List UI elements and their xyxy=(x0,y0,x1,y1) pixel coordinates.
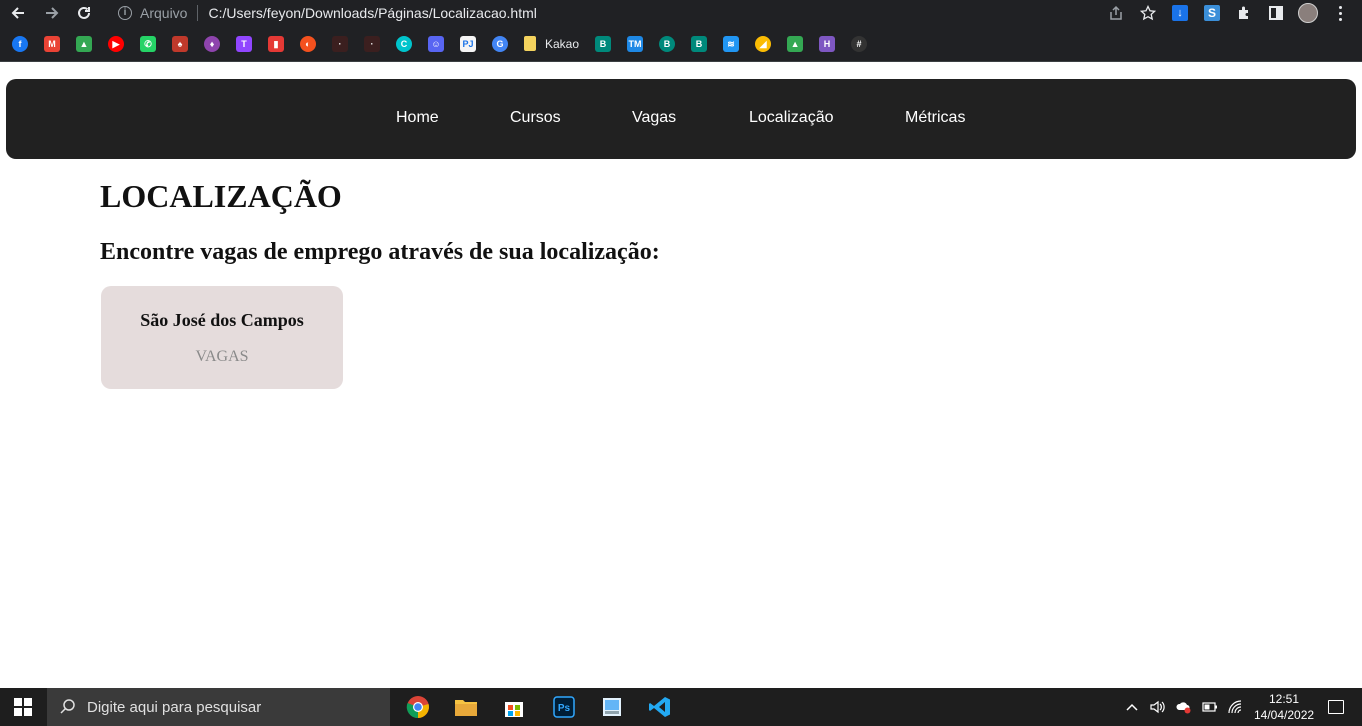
start-button[interactable] xyxy=(0,688,46,726)
whatsapp-icon[interactable]: ✆ xyxy=(140,35,156,52)
kakao-icon xyxy=(524,36,536,51)
google-translate-icon[interactable]: G xyxy=(492,35,508,52)
puzzle-extensions-icon[interactable] xyxy=(1234,3,1254,23)
cloud-sync-error-icon[interactable] xyxy=(1176,699,1192,715)
google-drive-icon[interactable]: ▲ xyxy=(76,35,92,52)
profile-avatar[interactable] xyxy=(1298,3,1318,23)
battery-icon[interactable] xyxy=(1202,699,1218,715)
reload-icon[interactable] xyxy=(74,3,94,23)
b-teal-icon-2[interactable]: B xyxy=(659,35,676,52)
bookmark-star-icon[interactable] xyxy=(1138,3,1158,23)
page-content: Home Cursos Vagas Localização Métricas L… xyxy=(0,63,1362,688)
file-explorer-icon[interactable] xyxy=(452,693,480,721)
mascot-icon[interactable]: ♠ xyxy=(172,35,188,52)
twitch-icon[interactable]: T xyxy=(236,35,252,52)
vscode-icon[interactable] xyxy=(646,693,674,721)
red-book-icon[interactable]: ▮ xyxy=(268,35,284,52)
info-icon[interactable]: i xyxy=(118,6,132,20)
forward-arrow-icon[interactable] xyxy=(42,3,62,23)
share-icon[interactable] xyxy=(1106,3,1126,23)
nav-link-localizacao[interactable]: Localização xyxy=(749,79,834,159)
b-teal-icon-3[interactable]: B xyxy=(691,35,708,52)
s-extension-icon[interactable]: S xyxy=(1202,3,1222,23)
svg-text:Ps: Ps xyxy=(558,703,571,714)
google-drive-icon-2[interactable]: ▲ xyxy=(787,35,804,52)
system-clock[interactable]: 12:51 14/04/2022 xyxy=(1254,691,1314,723)
chevron-up-icon[interactable] xyxy=(1124,699,1140,715)
back-arrow-icon[interactable] xyxy=(8,3,28,23)
microsoft-store-icon[interactable] xyxy=(500,693,528,721)
chrome-taskbar-icon[interactable] xyxy=(404,693,432,721)
notification-center-icon[interactable] xyxy=(1328,700,1344,714)
windows-taskbar: Digite aqui para pesquisar Ps 12:51 14/0… xyxy=(0,688,1362,726)
photoshop-icon[interactable]: Ps xyxy=(550,693,578,721)
site-navbar: Home Cursos Vagas Localização Métricas xyxy=(6,79,1356,159)
menu-kebab-icon[interactable] xyxy=(1330,3,1350,23)
gmail-icon[interactable]: M xyxy=(44,35,60,52)
location-card-title: São José dos Campos xyxy=(140,310,304,330)
paint-icon[interactable] xyxy=(598,693,626,721)
side-panel-icon[interactable] xyxy=(1266,3,1286,23)
google-ads-icon[interactable]: ◢ xyxy=(755,35,772,52)
stack-icon[interactable]: ≋ xyxy=(723,35,740,52)
game-icon[interactable]: ♦ xyxy=(204,35,220,52)
search-placeholder: Digite aqui para pesquisar xyxy=(87,698,262,716)
clock-date: 14/04/2022 xyxy=(1254,708,1315,722)
bookmarks-bar: f M ▲ ▶ ✆ ♠ ♦ T ▮ ◐ · · C ☺ PJ G Kakao B TM B B ≋ ◢ ▲ H # xyxy=(0,26,1362,62)
clock-time: 12:51 xyxy=(1268,692,1300,706)
windows-logo-icon xyxy=(14,698,32,716)
youtube-music-icon[interactable]: ▶ xyxy=(108,35,124,52)
bookmark-kakao-label: Kakao xyxy=(545,36,580,51)
search-icon xyxy=(60,699,75,714)
taskbar-search[interactable]: Digite aqui para pesquisar xyxy=(47,688,390,726)
bookmark-kakao[interactable]: Kakao xyxy=(524,36,579,51)
browser-toolbar: i Arquivo C:/Users/feyon/Downloads/Págin… xyxy=(0,0,1362,26)
dark-site-icon-2[interactable]: · xyxy=(364,35,380,52)
nav-link-cursos[interactable]: Cursos xyxy=(510,79,561,159)
dark-site-icon[interactable]: · xyxy=(332,35,348,52)
volume-icon[interactable] xyxy=(1150,699,1166,715)
address-divider xyxy=(197,5,199,21)
facebook-icon[interactable]: f xyxy=(12,35,28,52)
scheme-label: Arquivo xyxy=(140,5,188,21)
url-text[interactable]: C:/Users/feyon/Downloads/Páginas/Localiz… xyxy=(208,5,536,21)
grid-icon[interactable]: # xyxy=(851,35,868,52)
wifi-icon[interactable] xyxy=(1228,699,1244,715)
location-card-subtitle: VAGAS xyxy=(195,348,249,365)
address-bar[interactable]: i Arquivo C:/Users/feyon/Downloads/Págin… xyxy=(108,0,537,26)
h-purple-icon[interactable]: H xyxy=(819,35,836,52)
pj-icon[interactable]: PJ xyxy=(460,35,476,52)
page-subtitle: Encontre vagas de emprego através de sua… xyxy=(100,239,660,265)
nav-link-metricas[interactable]: Métricas xyxy=(905,79,965,159)
canva-icon[interactable]: C xyxy=(396,35,412,52)
nav-link-vagas[interactable]: Vagas xyxy=(632,79,676,159)
b-teal-icon[interactable]: B xyxy=(595,35,612,52)
download-extension-icon[interactable]: ↓ xyxy=(1170,3,1190,23)
tm-icon[interactable]: TM xyxy=(627,35,644,52)
location-card[interactable]: São José dos Campos VAGAS xyxy=(101,286,343,389)
discord-icon[interactable]: ☺ xyxy=(428,35,444,52)
orange-circle-icon[interactable]: ◐ xyxy=(300,35,316,52)
page-title: LOCALIZAÇÃO xyxy=(100,178,342,214)
nav-link-home[interactable]: Home xyxy=(396,79,439,159)
